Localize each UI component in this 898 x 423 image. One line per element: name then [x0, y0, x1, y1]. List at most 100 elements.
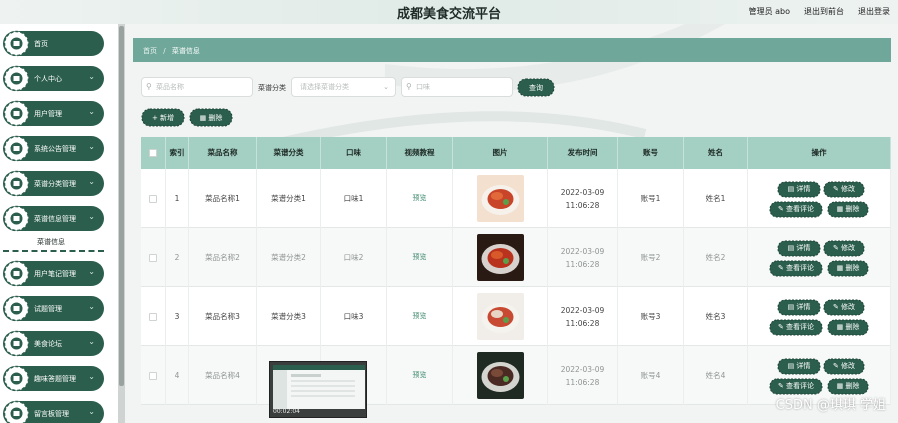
- add-button-label: + 新增: [151, 113, 175, 122]
- dish-name-input[interactable]: ⚲ 菜品名称: [141, 77, 253, 97]
- view-comments-button[interactable]: ✎ 查看评论: [769, 260, 823, 277]
- delete-button-label: 删除: [845, 204, 860, 213]
- row-checkbox[interactable]: [149, 371, 157, 380]
- image-cell: [453, 228, 548, 287]
- dish-image-drawing: [476, 234, 524, 281]
- edit-button[interactable]: ✎ 修改: [823, 181, 865, 198]
- delete-button[interactable]: ▦ 删除: [827, 319, 869, 336]
- sidebar-item[interactable]: 留言板管理 ⌄: [3, 400, 104, 423]
- dish-image-drawing: [476, 293, 524, 340]
- row-checkbox-cell: [141, 346, 166, 405]
- row-checkbox[interactable]: [149, 312, 157, 321]
- sidebar-item[interactable]: 趣味答题管理 ⌄: [3, 365, 104, 392]
- video-cell: 预览: [387, 287, 453, 346]
- detail-icon: ▤: [787, 361, 795, 370]
- detail-button[interactable]: ▤ 详情: [777, 358, 821, 375]
- view-comments-button[interactable]: ✎ 查看评论: [769, 319, 823, 336]
- sidebar-item[interactable]: 菜谱信息管理 ⌄: [3, 205, 104, 232]
- select-all-checkbox[interactable]: [141, 137, 166, 169]
- delete-button[interactable]: ▦ 删除: [827, 378, 869, 395]
- sidebar-scroll-thumb[interactable]: [119, 26, 124, 386]
- dish-image[interactable]: [476, 175, 524, 222]
- view-comments-button[interactable]: ✎ 查看评论: [769, 201, 823, 218]
- sidebar-item[interactable]: 试题管理 ⌄: [3, 295, 104, 322]
- row-checkbox-cell: [141, 287, 166, 346]
- cell-taste: 口味3: [321, 287, 387, 346]
- batch-delete-button[interactable]: ▦ 删除: [189, 108, 233, 127]
- sidebar-item[interactable]: 用户管理 ⌄: [3, 100, 104, 127]
- breadcrumb-bar: 首页 / 菜谱信息: [133, 38, 891, 62]
- video-preview-link[interactable]: 预览: [413, 369, 427, 382]
- view-comments-button[interactable]: ✎ 查看评论: [769, 378, 823, 395]
- cell-name: 菜品名称4: [189, 346, 257, 405]
- view-comments-button-label: 查看评论: [786, 204, 815, 213]
- sidebar-item[interactable]: 用户笔记管理 ⌄: [3, 260, 104, 287]
- sidebar-item[interactable]: 个人中心 ⌄: [3, 65, 104, 92]
- table-row: 2 菜品名称2 菜谱分类2 口味2 预览 2022-03-09 11:06:28 账号2 姓名…: [141, 228, 891, 287]
- view-comments-button-label: 查看评论: [786, 322, 815, 331]
- column-header: 图片: [453, 137, 548, 169]
- row-checkbox[interactable]: [149, 194, 157, 203]
- search-button-label: 查询: [529, 83, 543, 92]
- detail-button[interactable]: ▤ 详情: [777, 299, 821, 316]
- row-checkbox-cell: [141, 228, 166, 287]
- main-content: 首页 / 菜谱信息 ⚲ 菜品名称 菜谱分类 请选择菜谱分类 ⌄ ⚲ 口味 查询 …: [125, 24, 898, 423]
- view-comments-icon: ✎: [777, 381, 784, 390]
- cell-name: 菜品名称1: [189, 169, 257, 228]
- row-actions: ▤ 详情 ✎ 修改 ✎ 查看评论 ▦ 删除: [769, 238, 869, 278]
- sidebar-item[interactable]: 菜谱分类管理 ⌄: [3, 170, 104, 197]
- delete-button[interactable]: ▦ 删除: [827, 201, 869, 218]
- breadcrumb-home[interactable]: 首页: [143, 47, 157, 55]
- back-to-front-link[interactable]: 退出到前台: [804, 6, 844, 17]
- dish-image[interactable]: [476, 234, 524, 281]
- edit-button[interactable]: ✎ 修改: [823, 299, 865, 316]
- dish-image[interactable]: [476, 352, 524, 399]
- operations-cell: ▤ 详情 ✎ 修改 ✎ 查看评论 ▦ 删除: [748, 228, 891, 287]
- delete-button[interactable]: ▦ 删除: [827, 260, 869, 277]
- video-preview-link[interactable]: 预览: [413, 310, 427, 323]
- sidebar-item[interactable]: 美食论坛 ⌄: [3, 330, 104, 357]
- sidebar-item-label: 菜谱信息管理: [34, 215, 76, 223]
- delete-icon: ▦: [836, 204, 844, 213]
- video-preview-link[interactable]: 预览: [413, 192, 427, 205]
- column-header: 索引: [166, 137, 189, 169]
- cell-account: 账号3: [618, 287, 684, 346]
- video-preview-link[interactable]: 预览: [413, 251, 427, 264]
- checkbox[interactable]: [149, 149, 157, 157]
- edit-button[interactable]: ✎ 修改: [823, 240, 865, 257]
- view-comments-button-label: 查看评论: [786, 381, 815, 390]
- column-header: 口味: [321, 137, 387, 169]
- cell-time: 2022-03-09 11:06:28: [548, 287, 618, 346]
- video-screen-content: [273, 365, 365, 409]
- edit-button[interactable]: ✎ 修改: [823, 358, 865, 375]
- gear-icon: [3, 365, 30, 392]
- detail-button[interactable]: ▤ 详情: [777, 240, 821, 257]
- view-comments-icon: ✎: [777, 263, 784, 272]
- category-select[interactable]: 请选择菜谱分类 ⌄: [291, 77, 396, 97]
- dish-image[interactable]: [476, 293, 524, 340]
- sidebar-item-label: 系统公告管理: [34, 145, 76, 153]
- sidebar-item[interactable]: 首页: [3, 30, 104, 57]
- view-comments-icon: ✎: [777, 322, 784, 331]
- edit-button-label: 修改: [841, 361, 856, 370]
- detail-button[interactable]: ▤ 详情: [777, 181, 821, 198]
- detail-icon: ▤: [787, 184, 795, 193]
- video-preview-overlay[interactable]: 00:02:04: [269, 361, 367, 418]
- edit-icon: ✎: [832, 243, 839, 252]
- detail-button-label: 详情: [796, 361, 811, 370]
- chevron-down-icon: ⌄: [88, 142, 95, 151]
- add-button[interactable]: + 新增: [141, 108, 185, 127]
- column-header: 账号: [618, 137, 684, 169]
- sidebar-item[interactable]: 系统公告管理 ⌄: [3, 135, 104, 162]
- chevron-down-icon: ⌄: [88, 107, 95, 116]
- sidebar-subitem-dish-info[interactable]: 菜谱信息: [37, 237, 65, 247]
- logout-link[interactable]: 退出登录: [858, 6, 890, 17]
- search-button[interactable]: 查询: [517, 78, 555, 97]
- cell-taste: 口味1: [321, 169, 387, 228]
- column-header: 视频教程: [387, 137, 453, 169]
- row-checkbox[interactable]: [149, 253, 157, 262]
- gear-icon: [3, 330, 30, 357]
- view-comments-button-label: 查看评论: [786, 263, 815, 272]
- taste-input[interactable]: ⚲ 口味: [401, 77, 513, 97]
- chevron-down-icon: ⌄: [88, 267, 95, 276]
